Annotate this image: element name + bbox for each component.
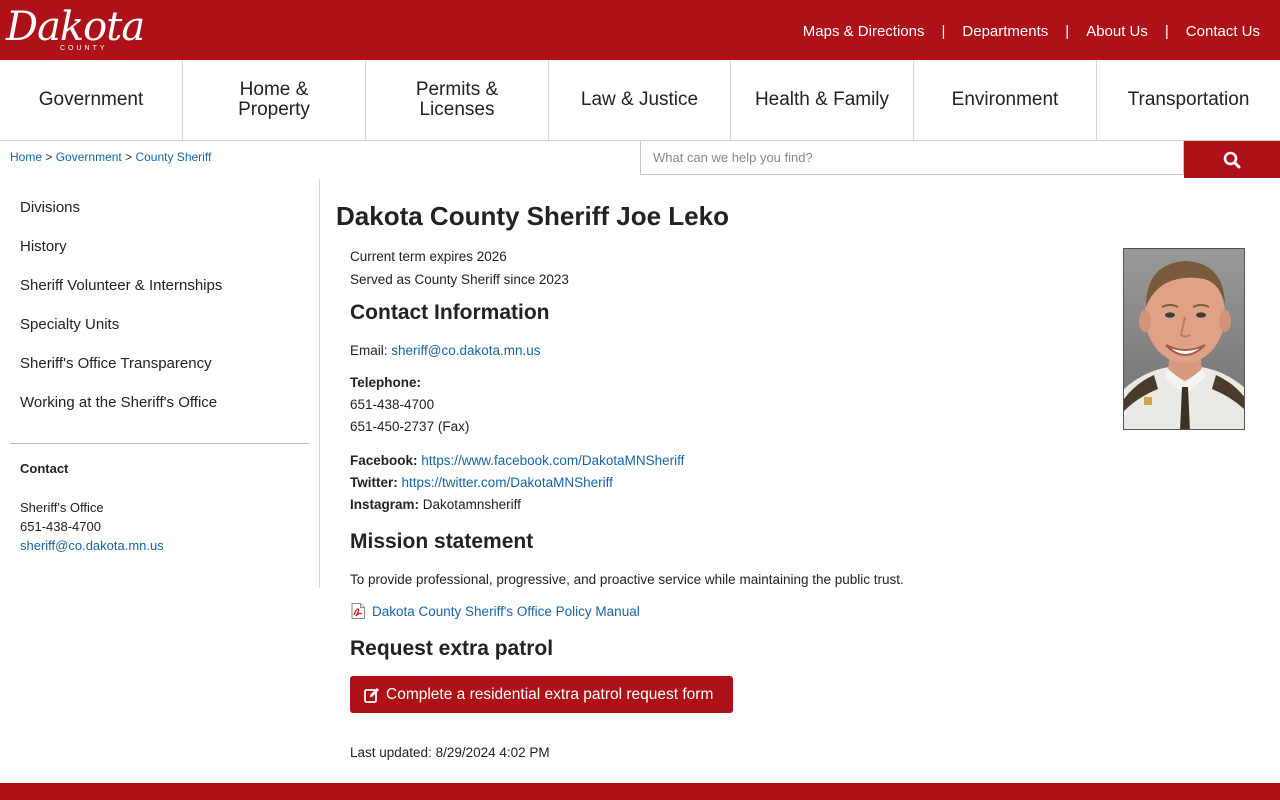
about-us-link[interactable]: About Us: [1086, 23, 1148, 40]
email-row: Email: sheriff@co.dakota.mn.us: [350, 340, 541, 362]
phone-fax: 651-450-2737 (Fax): [350, 419, 470, 434]
breadcrumb-sep: >: [125, 150, 133, 164]
nav-home-property[interactable]: Home & Property: [183, 60, 366, 140]
twitter-link[interactable]: https://twitter.com/DakotaMNSheriff: [402, 475, 613, 490]
contact-info-heading: Contact Information: [350, 301, 550, 324]
sidebar-item-history[interactable]: History: [20, 238, 222, 277]
email-link[interactable]: sheriff@co.dakota.mn.us: [391, 343, 540, 358]
sidebar-item-transparency[interactable]: Sheriff's Office Transparency: [20, 355, 222, 394]
nav-label: Government: [38, 89, 144, 110]
nav-label: Law & Justice: [580, 89, 699, 110]
policy-manual-link[interactable]: Dakota County Sheriff's Office Policy Ma…: [372, 604, 640, 619]
instagram-value: Dakotamnsheriff: [422, 497, 521, 512]
nav-label: Home & Property: [238, 80, 310, 120]
nav-label: Permits & Licenses: [416, 80, 498, 120]
breadcrumb-home[interactable]: Home: [10, 150, 42, 164]
breadcrumb-county-sheriff[interactable]: County Sheriff: [135, 150, 211, 164]
facebook-link[interactable]: https://www.facebook.com/DakotaMNSheriff: [421, 453, 684, 468]
nav-transportation[interactable]: Transportation: [1097, 60, 1280, 140]
departments-link[interactable]: Departments: [962, 23, 1048, 40]
site-search: [640, 141, 1280, 178]
nav-label: Transportation: [1127, 89, 1250, 110]
breadcrumb: Home > Government > County Sheriff: [10, 150, 211, 164]
policy-manual-row: Dakota County Sheriff's Office Policy Ma…: [350, 601, 640, 623]
nav-law-justice[interactable]: Law & Justice: [549, 60, 731, 140]
utility-nav: Maps & Directions | Departments | About …: [803, 20, 1260, 42]
sidebar: Divisions History Sheriff Volunteer & In…: [0, 179, 320, 588]
search-input[interactable]: [640, 141, 1184, 175]
extra-patrol-button-label: Complete a residential extra patrol requ…: [386, 685, 714, 703]
mission-heading: Mission statement: [350, 530, 534, 553]
served-since: Served as County Sheriff since 2023: [350, 272, 569, 287]
extra-patrol-heading: Request extra patrol: [350, 637, 554, 660]
twitter-label: Twitter:: [350, 475, 398, 490]
sheriff-photo: [1123, 248, 1245, 430]
nav-separator: |: [1164, 22, 1169, 40]
nav-permits-licenses[interactable]: Permits & Licenses: [366, 60, 549, 140]
term-info: Current term expires 2026 Served as Coun…: [350, 245, 569, 291]
pdf-icon: [351, 603, 365, 619]
edit-form-icon: [364, 687, 379, 703]
sidebar-divider: [10, 443, 309, 444]
sidebar-contact-email[interactable]: sheriff@co.dakota.mn.us: [20, 538, 164, 553]
sidebar-contact-block: Sheriff's Office 651-438-4700 sheriff@co…: [20, 498, 164, 555]
main-nav: Government Home & Property Permits & Licen…: [0, 60, 1280, 141]
search-button[interactable]: [1184, 141, 1280, 178]
nav-government[interactable]: Government: [0, 60, 183, 140]
instagram-label: Instagram:: [350, 497, 420, 512]
phone-main: 651-438-4700: [350, 397, 435, 412]
contact-us-link[interactable]: Contact Us: [1186, 23, 1260, 40]
nav-label: Environment: [951, 89, 1059, 110]
footer-bar: [0, 783, 1280, 800]
telephone-label: Telephone:: [350, 375, 422, 390]
extra-patrol-request-button[interactable]: Complete a residential extra patrol requ…: [350, 676, 733, 713]
top-bar: Dakota COUNTY Maps & Directions | Depart…: [0, 0, 1280, 60]
maps-directions-link[interactable]: Maps & Directions: [803, 23, 925, 40]
sidebar-contact-name: Sheriff's Office: [20, 500, 104, 515]
portrait-image: [1124, 249, 1244, 429]
sidebar-contact-heading: Contact: [20, 461, 69, 476]
nav-label-line2: Property: [238, 99, 310, 120]
nav-separator: |: [941, 22, 946, 40]
telephone-block: Telephone: 651-438-4700 651-450-2737 (Fa…: [350, 372, 469, 438]
mission-text: To provide professional, progressive, an…: [350, 572, 904, 587]
nav-health-family[interactable]: Health & Family: [731, 60, 914, 140]
social-block: Facebook: https://www.facebook.com/Dakot…: [350, 450, 684, 516]
dakota-county-logo[interactable]: Dakota COUNTY: [4, 4, 160, 56]
page-title: Dakota County Sheriff Joe Leko: [336, 201, 729, 231]
breadcrumb-sep: >: [45, 150, 53, 164]
sidebar-nav: Divisions History Sheriff Volunteer & In…: [20, 199, 222, 433]
nav-label-line1: Permits &: [415, 79, 499, 100]
nav-label-line1: Home &: [239, 79, 309, 100]
logo-wordmark: Dakota: [6, 4, 145, 50]
sidebar-item-working-at[interactable]: Working at the Sheriff's Office: [20, 394, 222, 433]
breadcrumb-government[interactable]: Government: [56, 150, 122, 164]
nav-label: Health & Family: [754, 89, 890, 110]
nav-label-line2: Licenses: [419, 99, 495, 120]
term-expires: Current term expires 2026: [350, 249, 507, 264]
sidebar-item-divisions[interactable]: Divisions: [20, 199, 222, 238]
sidebar-contact-phone: 651-438-4700: [20, 519, 101, 534]
search-icon: [1223, 151, 1241, 168]
nav-environment[interactable]: Environment: [914, 60, 1097, 140]
facebook-label: Facebook:: [350, 453, 418, 468]
last-updated: Last updated: 8/29/2024 4:02 PM: [350, 745, 550, 760]
sidebar-item-volunteer-internships[interactable]: Sheriff Volunteer & Internships: [20, 277, 222, 316]
sidebar-item-specialty-units[interactable]: Specialty Units: [20, 316, 222, 355]
logo-subtitle: COUNTY: [60, 45, 108, 52]
email-label: Email:: [350, 343, 388, 358]
nav-separator: |: [1065, 22, 1070, 40]
